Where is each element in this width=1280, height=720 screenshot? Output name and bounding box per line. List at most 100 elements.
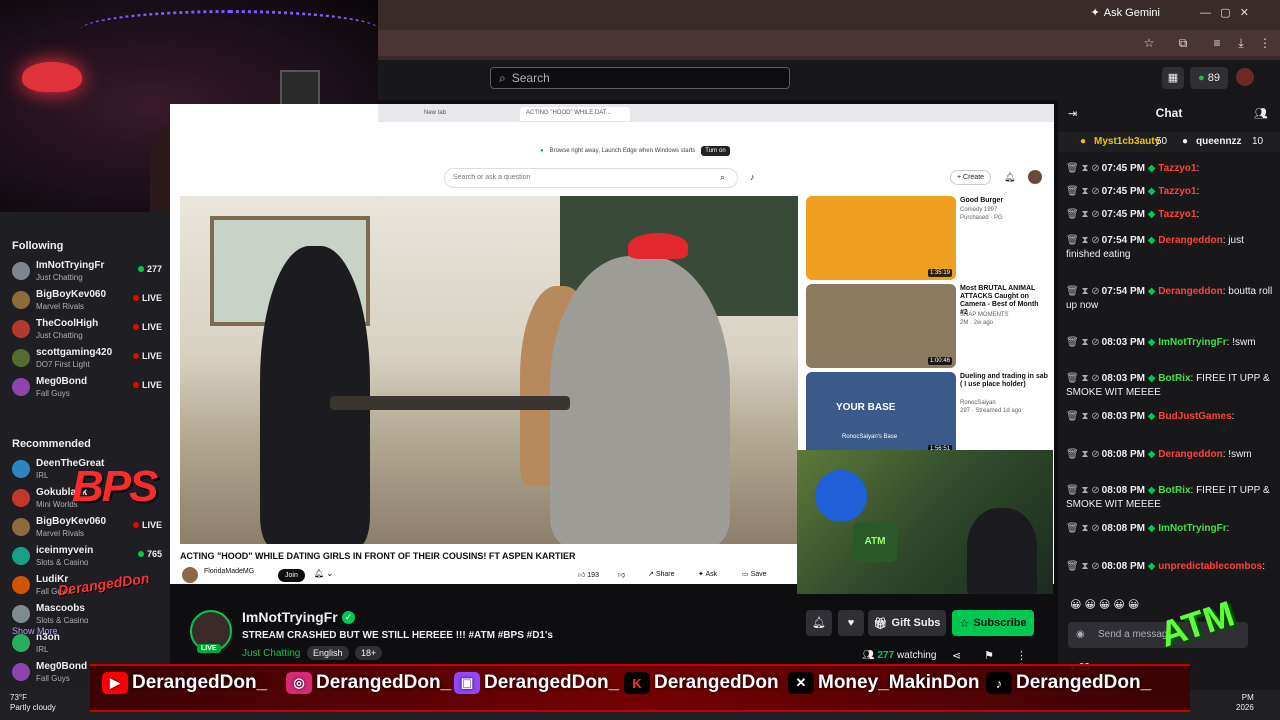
sidebar-item[interactable]: ImNotTryingFr Just Chatting 277 bbox=[8, 258, 164, 286]
live-indicator: LIVE bbox=[132, 293, 162, 303]
window-controls[interactable]: — ▢ ✕ bbox=[1200, 6, 1249, 19]
chat-username[interactable]: ImNotTryingFr bbox=[1158, 337, 1226, 348]
share-button[interactable]: ↗ Share bbox=[648, 570, 675, 578]
emote-bar[interactable]: 😀︎😀︎😀︎😀︎😀︎ bbox=[1070, 598, 1142, 611]
users-icon[interactable]: 👥︎ bbox=[1254, 107, 1268, 120]
download-icon[interactable]: ⤓ bbox=[1234, 36, 1248, 50]
video-player[interactable] bbox=[180, 196, 798, 544]
mod-tools-icon[interactable]: 🗑︎ ⧗ ⊘ bbox=[1066, 337, 1100, 348]
screen-tab[interactable]: New tab bbox=[418, 107, 452, 121]
mod-tools-icon[interactable]: 🗑︎ ⧗ ⊘ bbox=[1066, 485, 1100, 496]
chat-message: 🗑︎ ⧗ ⊘ 08:03 PM ◆ BotRix: FIREE IT UPP & … bbox=[1066, 373, 1270, 398]
stream-category[interactable]: Just Chatting bbox=[242, 648, 300, 659]
mod-tools-icon[interactable]: 🗑︎ ⧗ ⊘ bbox=[1066, 235, 1100, 246]
avatar bbox=[12, 518, 30, 536]
badge-icon: ◆ bbox=[1147, 286, 1156, 297]
mod-tools-icon[interactable]: 🗑︎ ⧗ ⊘ bbox=[1066, 411, 1100, 422]
heart-icon: ♥ bbox=[847, 617, 855, 629]
chat-timestamp: 07:54 PM bbox=[1101, 286, 1146, 297]
chat-username[interactable]: unpredictablecombos bbox=[1158, 561, 1262, 572]
extensions-icon[interactable]: ⧉ bbox=[1176, 36, 1190, 50]
avatar bbox=[12, 634, 30, 652]
share-icon[interactable]: ⋖ bbox=[952, 649, 961, 662]
live-dot-icon bbox=[132, 295, 139, 301]
more-icon[interactable]: ⋮ bbox=[1016, 649, 1027, 662]
chat-username[interactable]: BotRix bbox=[1158, 373, 1190, 384]
chat-username[interactable]: ImNotTryingFr bbox=[1158, 523, 1226, 534]
mic-icon[interactable]: ♪ bbox=[750, 172, 755, 182]
live-indicator: 765 bbox=[137, 549, 162, 559]
gift-subs-button[interactable]: 🎁︎ Gift Subs bbox=[868, 610, 946, 636]
channel-name[interactable]: FloridaMadeMG bbox=[204, 568, 254, 575]
channel-avatar[interactable] bbox=[182, 567, 198, 583]
mod-tools-icon[interactable]: 🗑︎ ⧗ ⊘ bbox=[1066, 523, 1100, 534]
badge-icon: ◆ bbox=[1147, 485, 1156, 496]
rec-title[interactable]: Dueling and trading in sab ( I use place… bbox=[960, 373, 1048, 389]
chat-username[interactable]: Derangeddon bbox=[1158, 235, 1222, 246]
rec-thumbnail[interactable]: 1:00:46 bbox=[806, 284, 956, 368]
sparkle-icon: ✦ bbox=[1090, 7, 1100, 19]
x-icon: ✕ bbox=[788, 672, 814, 694]
tag-english[interactable]: English bbox=[307, 646, 349, 660]
ask-gemini-button[interactable]: ✦ Ask Gemini bbox=[1090, 6, 1160, 20]
ask-button[interactable]: ✦ Ask bbox=[698, 570, 717, 578]
mod-tools-icon[interactable]: 🗑︎ ⧗ ⊘ bbox=[1066, 449, 1100, 460]
sidebar-item[interactable]: n3on IRL bbox=[8, 630, 164, 658]
follow-button[interactable]: ♥ bbox=[838, 610, 864, 636]
live-dot-icon bbox=[132, 324, 139, 330]
notify-bell-icon[interactable]: 🔔︎ ⌄ bbox=[314, 569, 333, 578]
mod-tools-icon[interactable]: 🗑︎ ⧗ ⊘ bbox=[1066, 286, 1100, 297]
reading-list-icon[interactable]: ≡ bbox=[1210, 36, 1224, 50]
chat-timestamp: 07:45 PM bbox=[1101, 209, 1146, 220]
youtube-search-input[interactable]: Search or ask a question bbox=[444, 168, 738, 188]
sidebar-item[interactable]: BigBoyKev060 Marvel Rivals LIVE bbox=[8, 287, 164, 315]
chat-username[interactable]: BotRix bbox=[1158, 485, 1190, 496]
rec-thumbnail[interactable]: 1:35:19 bbox=[806, 196, 956, 280]
channel-points-chip[interactable]: ● 89 bbox=[1190, 67, 1228, 89]
sidebar-item[interactable]: TheCoolHigh Just Chatting LIVE bbox=[8, 316, 164, 344]
chat-username[interactable]: Tazzyo1 bbox=[1158, 209, 1196, 220]
weather-widget[interactable]: 73°F Partly cloudy bbox=[10, 693, 56, 713]
tag-mature[interactable]: 18+ bbox=[355, 646, 383, 660]
rec-thumbnail[interactable]: 1:56:51 YOUR BASE RonocSaiyan's Base bbox=[806, 372, 956, 456]
report-icon[interactable]: ⚑ bbox=[984, 649, 994, 662]
rec-channel: RonocSaiyan bbox=[960, 400, 996, 406]
search-icon[interactable]: ⌕ bbox=[720, 172, 725, 183]
mod-tools-icon[interactable]: 🗑︎ ⧗ ⊘ bbox=[1066, 373, 1100, 384]
menu-icon[interactable]: ⋮ bbox=[1258, 36, 1272, 50]
mod-tools-icon[interactable]: 🗑︎ ⧗ ⊘ bbox=[1066, 186, 1100, 197]
sidebar-item[interactable]: Meg0Bond Fall Guys LIVE bbox=[8, 374, 164, 402]
sidebar-item[interactable]: scottgaming420 DO7 First Light LIVE bbox=[8, 345, 164, 373]
chat-username[interactable]: Derangeddon bbox=[1158, 286, 1222, 297]
sidebar-item-name: n3on bbox=[36, 632, 60, 643]
join-button[interactable]: Join bbox=[278, 569, 305, 582]
mod-tools-icon[interactable]: 🗑︎ ⧗ ⊘ bbox=[1066, 561, 1100, 572]
badge-icon: ◆ bbox=[1147, 411, 1156, 422]
turn-on-button[interactable]: Turn on bbox=[701, 146, 730, 156]
save-button[interactable]: ▭ Save bbox=[742, 570, 767, 578]
sidebar-item[interactable]: iceinmyvein Slots & Casino 765 bbox=[8, 543, 164, 571]
search-input[interactable]: ⌕ Search bbox=[490, 67, 790, 89]
chat-username[interactable]: BudJustGames bbox=[1158, 411, 1231, 422]
avatar[interactable] bbox=[1236, 68, 1254, 86]
like-button[interactable]: 👍︎ 193 bbox=[578, 570, 599, 579]
subscribe-button[interactable]: ☆ Subscribe bbox=[952, 610, 1034, 636]
notifications-button[interactable]: 🔔︎ bbox=[806, 610, 832, 636]
create-button[interactable]: + Create bbox=[950, 170, 992, 185]
bell-icon[interactable]: 🔔︎ bbox=[1004, 172, 1015, 183]
youtube-icon: ▶ bbox=[102, 672, 128, 694]
channel-name[interactable]: ImNotTryingFr bbox=[242, 609, 338, 625]
chat-username[interactable]: Tazzyo1 bbox=[1158, 186, 1196, 197]
chat-username[interactable]: Derangeddon bbox=[1158, 449, 1222, 460]
mod-tools-icon[interactable]: 🗑︎ ⧗ ⊘ bbox=[1066, 209, 1100, 220]
layout-icon[interactable]: ▦ bbox=[1162, 67, 1184, 89]
emote-picker-icon[interactable]: ◉ bbox=[1076, 629, 1085, 640]
rec-title[interactable]: Good Burger bbox=[960, 197, 1048, 205]
mod-tools-icon[interactable]: 🗑︎ ⧗ ⊘ bbox=[1066, 163, 1100, 174]
screen-tab-active[interactable]: ACTING "HOOD" WHILE DAT... bbox=[520, 107, 630, 121]
viewers-icon: 👥︎ bbox=[862, 650, 875, 661]
star-icon[interactable]: ☆ bbox=[1142, 36, 1156, 50]
chat-username[interactable]: Tazzyo1 bbox=[1158, 163, 1196, 174]
avatar[interactable] bbox=[1028, 170, 1042, 184]
dislike-button[interactable]: 👎︎ bbox=[618, 570, 625, 579]
